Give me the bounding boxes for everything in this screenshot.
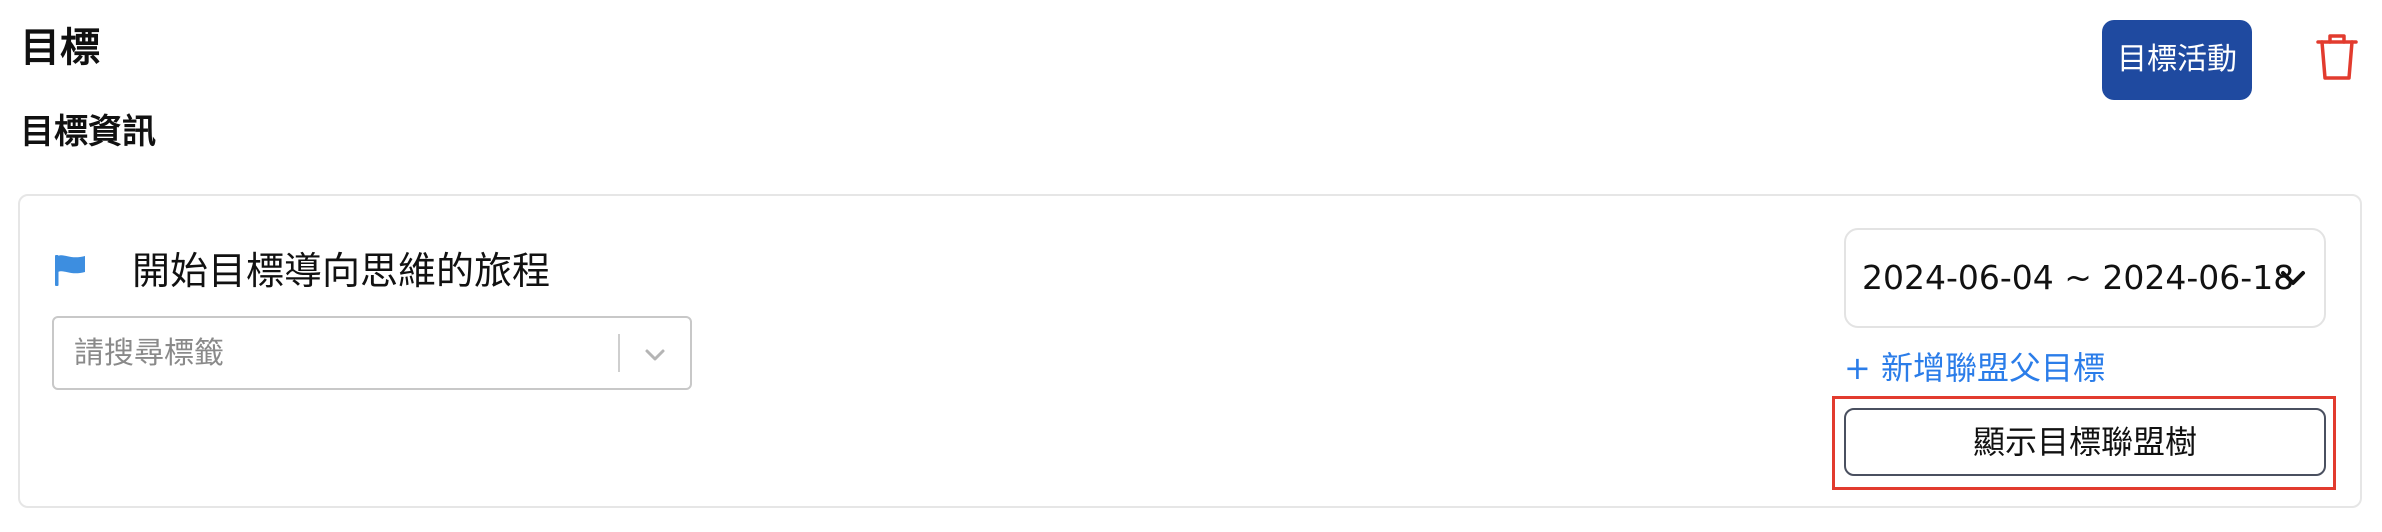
tag-search-input[interactable] [74, 318, 634, 388]
section-title: 目標資訊 [20, 112, 156, 152]
chevron-down-icon[interactable] [638, 338, 672, 372]
date-range-picker[interactable]: 2024-06-04 ~ 2024-06-18 [1844, 228, 2326, 328]
trash-icon [2316, 34, 2358, 80]
flag-icon [55, 255, 85, 286]
select-separator [618, 334, 620, 372]
goal-activity-button[interactable]: 目標活動 [2102, 20, 2252, 100]
goal-title: 開始目標導向思維的旅程 [132, 249, 551, 293]
tag-search-select[interactable] [52, 316, 692, 390]
delete-button[interactable] [2310, 30, 2364, 84]
show-goal-tree-button[interactable]: 顯示目標聯盟樹 [1844, 408, 2326, 476]
chevron-down-icon[interactable] [2276, 262, 2310, 296]
date-range-value: 2024-06-04 ~ 2024-06-18 [1862, 258, 2295, 297]
add-parent-goal-link[interactable]: + 新增聯盟父目標 [1844, 346, 2105, 390]
page-title: 目標 [20, 25, 100, 71]
